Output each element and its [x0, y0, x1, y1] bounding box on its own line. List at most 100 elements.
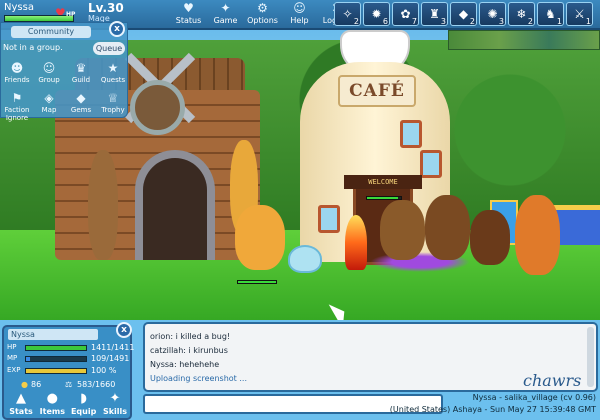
- items-button[interactable]: ● Items: [37, 391, 67, 416]
- exp-fill: [26, 369, 86, 373]
- options-button[interactable]: ⚙ Options: [244, 0, 281, 30]
- chat-system-message: Uploading screenshot ...: [150, 374, 247, 383]
- player-name: Nyssa: [4, 2, 34, 13]
- options-label: Options: [247, 16, 278, 25]
- trophy-button[interactable]: ♕ Trophy: [97, 91, 129, 119]
- cafe-window: [400, 120, 422, 148]
- skill-icon: ♜: [429, 7, 440, 21]
- player-hp-fill: [238, 281, 276, 283]
- exp-label: EXP: [7, 366, 21, 374]
- monster-character[interactable]: [425, 195, 470, 260]
- hp-value: 1411/1411: [91, 343, 135, 352]
- stats-icon: ▲: [16, 391, 26, 406]
- exp-row: EXP 100 %: [7, 366, 131, 376]
- coins-icon: ●: [21, 380, 28, 389]
- skills-button-label: Skills: [102, 407, 128, 416]
- community-panel: Community x Not in a group. Queue ☻ Frien…: [0, 21, 129, 122]
- npc-character[interactable]: [88, 150, 118, 260]
- faction-icon: ⚑: [11, 91, 23, 105]
- minimap[interactable]: [448, 30, 600, 50]
- top-menu: ♥ Status ✦ Game ⚙ Options ☺ Help ✕ Logou…: [170, 0, 355, 30]
- skill-bar: ✧ 2 ✹ 6 ✿ 7 ♜ 3 ◆ 2 ✺ 3 ❄ 2 ♞ 1 ⚔ 1: [334, 2, 593, 26]
- skill-slot-1[interactable]: ✧ 2: [334, 2, 361, 26]
- chat-scrollbar[interactable]: [587, 327, 594, 387]
- player-hp-fill: [5, 16, 73, 21]
- skill-slot-3[interactable]: ✿ 7: [392, 2, 419, 26]
- chat-message: orion: i killed a bug!: [150, 332, 231, 341]
- friends-icon: ☻: [10, 61, 24, 75]
- chat-message: Nyssa: hehehehe: [150, 360, 220, 369]
- monster-character[interactable]: [470, 210, 510, 265]
- skill-icon: ✺: [487, 7, 498, 21]
- faction-ignore-button[interactable]: ⚑ Faction Ignore: [1, 91, 33, 122]
- gamepad-icon: ✦: [220, 1, 231, 15]
- cabin-door[interactable]: [135, 150, 215, 260]
- skill-icon: ◆: [458, 7, 469, 21]
- quests-label: Quests: [100, 76, 126, 84]
- monster-character[interactable]: [380, 200, 425, 260]
- mp-value: 109/1491: [91, 354, 130, 363]
- map-label: Map: [41, 106, 57, 114]
- exp-value: 100 %: [91, 366, 117, 375]
- hp-bar: [25, 345, 87, 351]
- guild-button[interactable]: ♛ Guild: [65, 61, 97, 89]
- skill-count: 2: [469, 17, 475, 26]
- queue-button[interactable]: Queue: [93, 42, 125, 55]
- gear-icon: ⚙: [257, 1, 268, 15]
- skill-slot-2[interactable]: ✹ 6: [363, 2, 390, 26]
- mp-row: MP 109/1491: [7, 354, 131, 364]
- skills-button[interactable]: ✦ Skills: [100, 391, 130, 416]
- items-button-label: Items: [39, 407, 65, 416]
- group-label: Group: [38, 76, 60, 84]
- equip-icon: ◗: [80, 391, 88, 406]
- skill-icon: ♞: [545, 7, 556, 21]
- skill-slot-7[interactable]: ❄ 2: [508, 2, 535, 26]
- location-text: Nyssa - salika_village (cv 0.96): [472, 393, 596, 402]
- equip-button[interactable]: ◗ Equip: [69, 391, 99, 416]
- status-label: Status: [175, 16, 202, 25]
- game-button[interactable]: ✦ Game: [207, 0, 244, 30]
- mp-label: MP: [7, 354, 18, 362]
- status-button[interactable]: ♥ Status: [170, 0, 207, 30]
- guild-label: Guild: [71, 76, 91, 84]
- player-hp-bar: [4, 15, 74, 22]
- friends-label: Friends: [4, 76, 30, 84]
- skill-slot-9[interactable]: ⚔ 1: [566, 2, 593, 26]
- mp-fill: [26, 357, 31, 361]
- chawrs-logo: chawrs: [523, 371, 582, 390]
- player-character[interactable]: [235, 205, 285, 270]
- enemy-hp-bar: [366, 196, 402, 200]
- hp-fill: [26, 346, 86, 350]
- welcome-sign: WELCOME: [344, 175, 422, 189]
- group-button[interactable]: ☺ Group: [33, 61, 65, 89]
- skill-count: 2: [527, 17, 533, 26]
- hp-label: HP: [7, 343, 17, 351]
- gems-button[interactable]: ◆ Gems: [65, 91, 97, 119]
- skill-count: 3: [498, 17, 504, 26]
- community-close-button[interactable]: x: [109, 21, 125, 37]
- fire-spell-effect: [345, 215, 367, 270]
- datetime-text: (United States) Ashaya - Sun May 27 15:3…: [389, 405, 596, 414]
- cafe-window: [420, 150, 442, 178]
- slime-pet[interactable]: [288, 245, 322, 273]
- skill-slot-5[interactable]: ◆ 2: [450, 2, 477, 26]
- map-icon: ◈: [44, 91, 54, 105]
- help-button[interactable]: ☺ Help: [281, 0, 318, 30]
- skill-slot-8[interactable]: ♞ 1: [537, 2, 564, 26]
- skill-slot-6[interactable]: ✺ 3: [479, 2, 506, 26]
- stats-button[interactable]: ▲ Stats: [6, 391, 36, 416]
- weight-icon: ⚖: [65, 380, 73, 389]
- stats-close-button[interactable]: x: [116, 322, 132, 338]
- friends-button[interactable]: ☻ Friends: [1, 61, 33, 89]
- panel-buttons: ▲ Stats ● Items ◗ Equip ✦ Skills: [6, 391, 130, 416]
- weight-value: 583/1660: [77, 380, 116, 389]
- skill-icon: ✹: [371, 7, 382, 21]
- map-button[interactable]: ◈ Map: [33, 91, 65, 119]
- quests-button[interactable]: ★ Quests: [97, 61, 129, 89]
- skill-slot-4[interactable]: ♜ 3: [421, 2, 448, 26]
- skills-icon: ✦: [109, 391, 121, 406]
- game-label: Game: [213, 16, 238, 25]
- player-hp-bar: [237, 280, 277, 284]
- hp-label: HP: [66, 11, 76, 18]
- monster-character[interactable]: [515, 195, 560, 275]
